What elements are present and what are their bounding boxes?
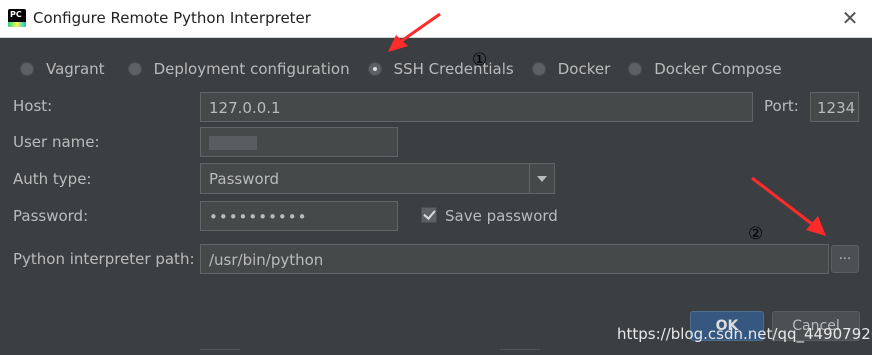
save-password-checkbox[interactable] — [421, 207, 437, 223]
radio-docker-compose-indicator — [628, 62, 643, 76]
watermark-text: https://blog.csdn.net/qq_44907926 — [617, 325, 872, 343]
radio-deployment-configuration[interactable]: Deployment configuration — [127, 60, 350, 78]
annotation-arrow-2-head — [806, 216, 826, 236]
username-label: User name: — [13, 133, 100, 151]
interpreter-path-input[interactable]: /usr/bin/python — [200, 244, 829, 274]
host-input[interactable]: 127.0.0.1 — [200, 92, 753, 122]
authtype-label: Auth type: — [13, 170, 92, 188]
bottom-divider — [500, 349, 540, 350]
radio-deployment-configuration-indicator — [127, 62, 142, 76]
port-label: Port: — [764, 97, 799, 115]
radio-docker-compose[interactable]: Docker Compose — [628, 60, 782, 78]
radio-docker[interactable]: Docker — [531, 60, 611, 78]
host-label: Host: — [13, 97, 53, 115]
browse-button[interactable]: ... — [831, 245, 859, 273]
bottom-divider — [200, 349, 240, 350]
radio-deployment-configuration-label: Deployment configuration — [153, 60, 350, 78]
username-redacted-block — [209, 136, 257, 150]
chevron-down-icon[interactable] — [529, 164, 554, 194]
password-input[interactable]: •••••••••• — [200, 201, 398, 231]
radio-ssh-credentials-label: SSH Credentials — [393, 60, 514, 78]
annotation-arrow-2-shaft — [751, 176, 813, 226]
radio-docker-indicator — [531, 62, 546, 76]
close-icon[interactable]: ✕ — [838, 6, 862, 30]
authtype-value: Password — [209, 170, 280, 188]
radio-docker-label: Docker — [557, 60, 611, 78]
interpreter-type-radio-group: Vagrant Deployment configuration SSH Cre… — [20, 59, 782, 79]
radio-ssh-credentials-indicator — [367, 62, 382, 76]
radio-vagrant-label: Vagrant — [46, 60, 105, 78]
interpreter-path-label: Python interpreter path: — [13, 250, 195, 268]
annotation-marker-2: ② — [748, 224, 764, 244]
save-password-label: Save password — [445, 207, 558, 225]
title-bar: PC Configure Remote Python Interpreter ✕ — [0, 0, 872, 38]
radio-docker-compose-label: Docker Compose — [654, 60, 782, 78]
annotation-marker-1: ① — [472, 50, 488, 70]
radio-ssh-credentials[interactable]: SSH Credentials — [367, 60, 514, 78]
authtype-select[interactable]: Password — [200, 163, 555, 194]
username-input[interactable] — [200, 127, 398, 157]
radio-vagrant-indicator — [20, 62, 34, 76]
port-input[interactable]: 1234 — [810, 92, 859, 122]
pycharm-logo-icon: PC — [8, 9, 26, 27]
window-title: Configure Remote Python Interpreter — [33, 9, 311, 27]
radio-vagrant[interactable]: Vagrant — [20, 60, 105, 78]
password-label: Password: — [13, 207, 89, 225]
